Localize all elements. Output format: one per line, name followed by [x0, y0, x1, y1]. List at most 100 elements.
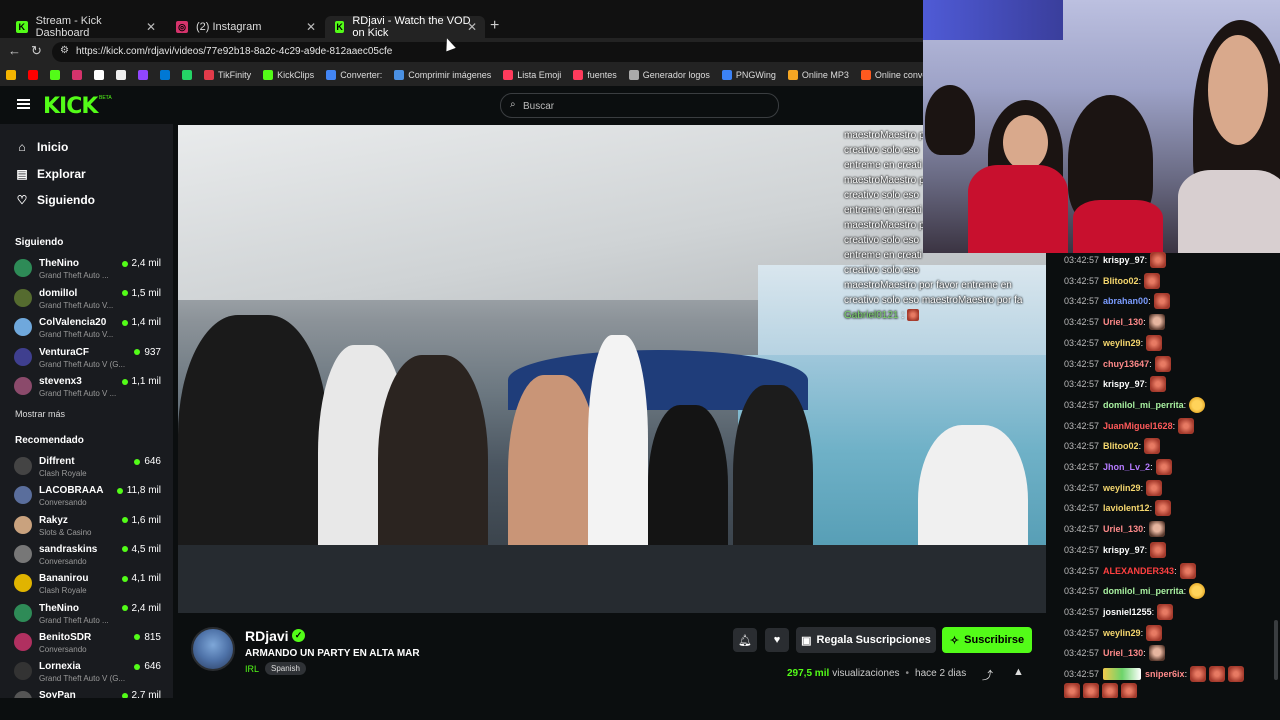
sidebar-nav-explorar[interactable]: ▤ Explorar — [15, 167, 85, 181]
report-icon[interactable]: ▲ — [1013, 666, 1024, 678]
sidebar-channel[interactable]: BenitoSDR Conversando 815 — [14, 630, 164, 658]
bookmark-item[interactable]: fuentes — [573, 70, 617, 80]
chat-timestamp: 03:42:57 — [1064, 503, 1100, 514]
chat-username[interactable]: lavioIent12 — [1103, 503, 1150, 513]
sidebar-channel[interactable]: sandraskins Conversando 4,5 mil — [14, 542, 164, 570]
menu-icon[interactable] — [17, 99, 30, 109]
chat-message: 03:42:57 ALEXANDER343: — [1064, 562, 1196, 580]
bookmark-item[interactable]: Comprimir imágenes — [394, 70, 491, 80]
chat-colon: : — [1151, 606, 1155, 617]
channel-name[interactable]: RDjavi — [245, 628, 289, 644]
chat-username[interactable]: JuanMiguel1628 — [1103, 421, 1173, 431]
tab-close-icon[interactable]: ✕ — [467, 20, 477, 34]
bookmark-item[interactable] — [6, 70, 20, 80]
chat-username[interactable]: krispy_97 — [1103, 255, 1145, 265]
bookmark-item[interactable] — [50, 70, 64, 80]
sidebar-channel[interactable]: domilIol Grand Theft Auto V... 1,5 mil — [14, 286, 164, 314]
bookmark-icon — [138, 70, 148, 80]
sidebar-channel[interactable]: Rakyz Slots & Casino 1,6 mil — [14, 513, 164, 541]
chat-username[interactable]: Uriel_130 — [1103, 317, 1143, 327]
sidebar-channel[interactable]: VenturaCF Grand Theft Auto V (G... 937 — [14, 345, 164, 373]
sidebar-channel[interactable]: Diffrent Clash Royale 646 — [14, 454, 164, 482]
bookmark-item[interactable] — [94, 70, 108, 80]
notifications-button[interactable]: 🔔︎ — [733, 628, 757, 652]
chat-username[interactable]: Uriel_130 — [1103, 648, 1143, 658]
bookmark-item[interactable]: Lista Emoji — [503, 70, 561, 80]
browser-tab[interactable]: K RDjavi - Watch the VOD on Kick ✕ — [325, 15, 485, 39]
sidebar-nav-siguiendo[interactable]: ♡ Siguiendo — [15, 193, 95, 207]
chat-message-continuation — [1064, 682, 1140, 700]
bookmark-item[interactable]: TikFinity — [204, 70, 251, 80]
follow-button[interactable]: ♥ — [765, 628, 789, 652]
channel-name: TheNino — [39, 258, 79, 269]
kick-logo[interactable]: KICK — [43, 94, 98, 119]
site-info-icon[interactable]: ⚙ — [60, 45, 69, 56]
chat-username[interactable]: weylin29 — [1103, 338, 1141, 348]
chat-username[interactable]: sniper6ix — [1145, 669, 1185, 679]
emote-icon — [1102, 682, 1118, 699]
gift-subs-button[interactable]: ▣ Regala Suscripciones — [796, 627, 936, 653]
url-text[interactable]: https://kick.com/rdjavi/videos/77e92b18-… — [76, 46, 392, 57]
chat-username[interactable]: krispy_97 — [1103, 545, 1145, 555]
sidebar-channel[interactable]: TheNino Grand Theft Auto ... 2,4 mil — [14, 256, 164, 284]
channel-category: Clash Royale — [39, 586, 87, 596]
search-box[interactable]: ⌕ — [500, 93, 779, 118]
emote-icon — [1154, 355, 1171, 372]
tab-close-icon[interactable]: ✕ — [146, 20, 156, 34]
browser-tab[interactable]: ◎ (2) Instagram ✕ — [166, 16, 324, 38]
sidebar-nav-inicio[interactable]: ⌂ Inicio — [15, 140, 68, 154]
tab-close-icon[interactable]: ✕ — [306, 20, 316, 34]
chat-username[interactable]: abrahan00 — [1103, 296, 1148, 306]
bookmark-item[interactable] — [182, 70, 196, 80]
share-icon[interactable]: ⤴ — [982, 667, 993, 683]
bookmark-item[interactable]: PNGWing — [721, 70, 776, 80]
back-icon[interactable]: ← — [8, 43, 21, 58]
chat-username[interactable]: domilol_mi_perrita — [1103, 586, 1184, 596]
sidebar-channel[interactable]: Bananirou Clash Royale 4,1 mil — [14, 571, 164, 599]
subscribe-label: Suscribirse — [964, 634, 1025, 646]
search-input[interactable] — [523, 98, 763, 114]
chat-username[interactable]: chuy13647 — [1103, 359, 1149, 369]
sidebar-channel[interactable]: TheNino Grand Theft Auto ... 2,4 mil — [14, 601, 164, 629]
chat-username[interactable]: ALEXANDER343 — [1103, 566, 1174, 576]
chat-username[interactable]: domilol_mi_perrita — [1103, 400, 1184, 410]
chat-username[interactable]: Blitoo02 — [1103, 441, 1139, 451]
sidebar-channel[interactable]: Lornexia Grand Theft Auto V (G... 646 — [14, 659, 164, 687]
new-tab-button[interactable]: + — [490, 17, 499, 35]
chat-message: 03:42:57 lavioIent12: — [1064, 499, 1172, 517]
bookmark-icon — [182, 70, 192, 80]
browser-tab[interactable]: K Stream - Kick Dashboard ✕ — [6, 15, 164, 39]
chat-timestamp: 03:42:57 — [1064, 420, 1100, 431]
reload-icon[interactable]: ↻ — [31, 43, 42, 59]
chat-username[interactable]: weylin29 — [1103, 628, 1141, 638]
show-more-link[interactable]: Mostrar más — [15, 409, 65, 419]
language-tag[interactable]: Spanish — [265, 662, 306, 675]
channel-name: domilIol — [39, 287, 78, 299]
bookmark-icon — [573, 70, 584, 80]
chat-username[interactable]: Uriel_130 — [1103, 524, 1143, 534]
bookmark-item[interactable] — [160, 70, 174, 80]
bookmark-item[interactable]: Generador logos — [628, 70, 710, 80]
bookmark-item[interactable]: Converter: — [326, 70, 382, 80]
chat-username[interactable]: krispy_97 — [1103, 379, 1145, 389]
category-link[interactable]: IRL — [245, 664, 259, 674]
channel-avatar[interactable] — [191, 627, 235, 671]
sidebar-channel[interactable]: ColValencia20 Grand Theft Auto V... 1,4 mi… — [14, 315, 164, 343]
bookmark-item[interactable] — [72, 70, 86, 80]
bookmark-item[interactable] — [138, 70, 152, 80]
nav-label: Inicio — [37, 140, 69, 154]
chat-timestamp: 03:42:57 — [1064, 255, 1100, 265]
chat-username[interactable]: weylin29 — [1103, 483, 1141, 493]
chat-username[interactable]: Jhon_Lv_2 — [1103, 462, 1150, 472]
chat-scrollbar[interactable] — [1274, 620, 1278, 680]
chat-colon: : — [1143, 648, 1146, 659]
chat-username[interactable]: josniel1255 — [1103, 607, 1152, 617]
bookmark-item[interactable]: KickClips — [263, 70, 314, 80]
bookmark-item[interactable] — [116, 70, 130, 80]
sidebar-channel[interactable]: LACOBRAAA Conversando 11,8 mil — [14, 483, 164, 511]
chat-username[interactable]: Blitoo02 — [1103, 276, 1139, 286]
subscribe-button[interactable]: ✧ Suscribirse — [942, 627, 1032, 653]
bookmark-item[interactable]: Online MP3 — [787, 70, 849, 80]
bookmark-item[interactable] — [28, 70, 42, 80]
sidebar-channel[interactable]: stevenx3 Grand Theft Auto V ... 1,1 mil — [14, 374, 164, 402]
